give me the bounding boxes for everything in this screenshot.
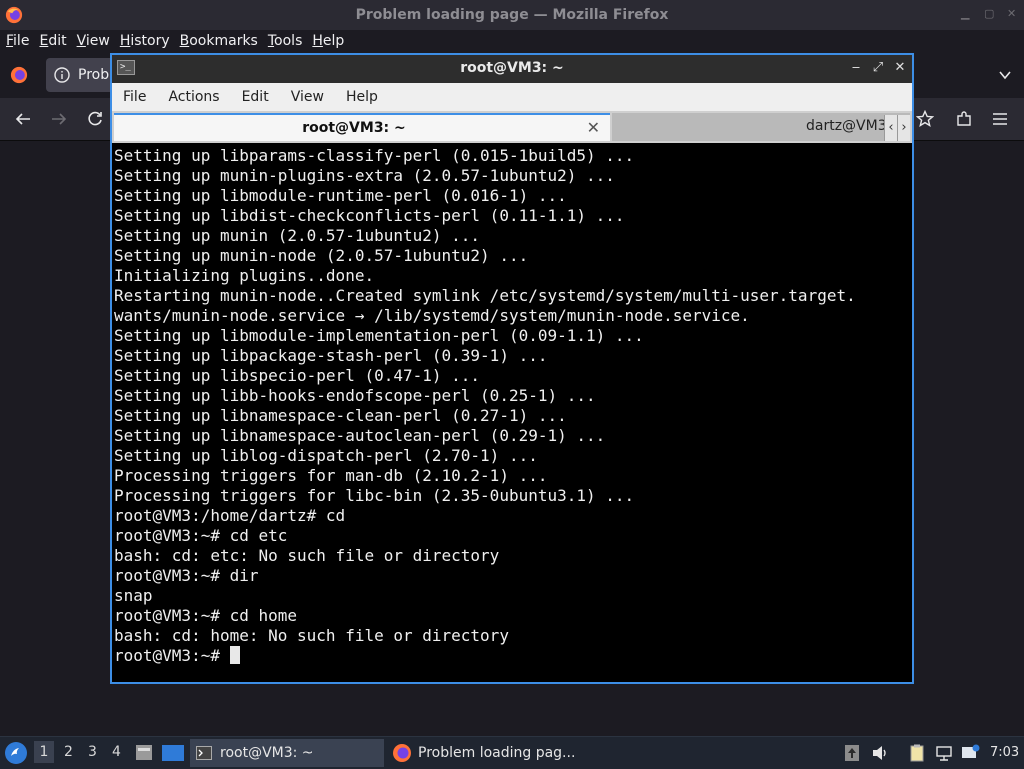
minimize-icon[interactable]: ‒	[848, 59, 864, 77]
update-notifier-icon[interactable]	[842, 743, 862, 763]
workspace-1[interactable]: 1	[34, 741, 54, 763]
terminal-icon	[196, 746, 212, 760]
terminal-line: Setting up munin-node (2.0.57-1ubuntu2) …	[114, 246, 529, 265]
info-icon	[54, 67, 70, 83]
terminal-line: Setting up libdist-checkconflicts-perl (…	[114, 206, 625, 225]
terminal-line: Setting up munin-plugins-extra (2.0.57-1…	[114, 166, 615, 185]
close-icon[interactable]: ✕	[892, 59, 908, 77]
terminal-line: Setting up munin (2.0.57-1ubuntu2) ...	[114, 226, 481, 245]
close-icon[interactable]: ✕	[1007, 8, 1018, 19]
menu-bookmarks[interactable]: Bookmarks	[180, 33, 258, 49]
terminal-line: root@VM3:~# dir	[114, 566, 259, 585]
terminal-prompt-line[interactable]: root@VM3:~#	[114, 646, 910, 666]
terminal-line: Setting up libmodule-implementation-perl…	[114, 326, 644, 345]
terminal-tab-label: dartz@VM3	[806, 118, 887, 134]
terminal-line: wants/munin-node.service → /lib/systemd/…	[114, 306, 750, 325]
terminal-tab-root[interactable]: root@VM3: ~ ✕	[114, 113, 610, 141]
terminal-line: root@VM3:/home/dartz# cd	[114, 506, 346, 525]
firefox-menubar: File Edit View History Bookmarks Tools H…	[0, 30, 1024, 52]
terminal-line: Setting up libmodule-runtime-perl (0.016…	[114, 186, 567, 205]
workspace-2[interactable]: 2	[64, 744, 73, 760]
terminal-menu-file[interactable]: File	[112, 89, 157, 105]
terminal-line: Processing triggers for libc-bin (2.35-0…	[114, 486, 635, 505]
taskbar-task-label: Problem loading pag...	[418, 745, 576, 761]
firefox-titlebar: Problem loading page — Mozilla Firefox ▁…	[0, 0, 1024, 30]
terminal-menu-edit[interactable]: Edit	[231, 89, 280, 105]
firefox-tab-label: Probl	[78, 67, 113, 83]
terminal-line: Setting up libb-hooks-endofscope-perl (0…	[114, 386, 596, 405]
back-arrow-icon[interactable]	[14, 110, 32, 128]
terminal-line: Processing triggers for man-db (2.10.2-1…	[114, 466, 548, 485]
terminal-line: root@VM3:~# cd home	[114, 606, 298, 625]
terminal-line: bash: cd: home: No such file or director…	[114, 626, 509, 645]
hamburger-menu-icon[interactable]	[991, 110, 1009, 128]
menu-view[interactable]: View	[77, 33, 110, 49]
terminal-line: root@VM3:~# cd etc	[114, 526, 288, 545]
restore-icon[interactable]: ⤢	[870, 59, 886, 77]
menu-file[interactable]: File	[6, 33, 29, 49]
taskbar: 1 2 3 4 root@VM3: ~ Problem loading pag.…	[0, 736, 1024, 769]
chevron-right-icon[interactable]: ›	[897, 115, 910, 141]
minimize-icon[interactable]: ▁	[961, 8, 972, 19]
reload-icon[interactable]	[86, 110, 104, 128]
show-desktop-icon[interactable]	[162, 745, 184, 761]
menu-help[interactable]: Help	[312, 33, 344, 49]
terminal-menu-view[interactable]: View	[280, 89, 335, 105]
terminal-window-controls: ‒ ⤢ ✕	[848, 59, 908, 77]
bookmark-star-icon[interactable]	[916, 110, 934, 128]
terminal-window: >_ root@VM3: ~ ‒ ⤢ ✕ File Actions Edit V…	[110, 53, 914, 684]
firefox-icon	[393, 744, 411, 762]
terminal-line: Setting up libpackage-stash-perl (0.39-1…	[114, 346, 548, 365]
forward-arrow-icon[interactable]	[50, 110, 68, 128]
terminal-line: Initializing plugins..done.	[114, 266, 375, 285]
terminal-line: Setting up libnamespace-autoclean-perl (…	[114, 426, 606, 445]
file-manager-icon[interactable]	[134, 742, 154, 762]
menu-history[interactable]: History	[120, 33, 170, 49]
extensions-icon[interactable]	[955, 110, 973, 128]
volume-icon[interactable]	[870, 743, 890, 763]
firefox-view-icon[interactable]	[10, 66, 28, 84]
terminal-menu-help[interactable]: Help	[335, 89, 389, 105]
terminal-line: Setting up liblog-dispatch-perl (2.70-1)…	[114, 446, 538, 465]
start-menu-icon[interactable]	[4, 741, 28, 765]
firefox-window-controls: ▁ ▢ ✕	[961, 8, 1018, 19]
clipboard-icon[interactable]	[907, 743, 927, 763]
terminal-line: Restarting munin-node..Created symlink /…	[114, 286, 856, 305]
terminal-tab-dartz[interactable]: dartz@VM3 ‹ ›	[612, 113, 910, 141]
workspace-4[interactable]: 4	[112, 744, 121, 760]
terminal-line: snap	[114, 586, 153, 605]
terminal-tab-label: root@VM3: ~	[302, 120, 406, 136]
taskbar-task-terminal[interactable]: root@VM3: ~	[190, 739, 384, 767]
workspace-3[interactable]: 3	[88, 744, 97, 760]
terminal-titlebar[interactable]: >_ root@VM3: ~ ‒ ⤢ ✕	[112, 55, 912, 83]
terminal-menubar: File Actions Edit View Help	[112, 83, 912, 111]
network-icon[interactable]	[934, 743, 954, 763]
terminal-line: Setting up libnamespace-clean-perl (0.27…	[114, 406, 567, 425]
terminal-menu-actions[interactable]: Actions	[157, 89, 230, 105]
tab-scroll-buttons: ‹ ›	[884, 115, 910, 141]
terminal-prompt: root@VM3:~#	[114, 646, 230, 665]
close-tab-icon[interactable]: ✕	[587, 118, 600, 137]
messages-icon[interactable]	[960, 743, 980, 763]
clock[interactable]: 7:03	[990, 745, 1019, 760]
terminal-window-title: root@VM3: ~	[460, 60, 564, 76]
chevron-down-icon[interactable]	[998, 68, 1012, 82]
terminal-tabbar: root@VM3: ~ ✕ dartz@VM3 ‹ ›	[112, 111, 912, 143]
maximize-icon[interactable]: ▢	[984, 8, 995, 19]
terminal-lines: Setting up libparams-classify-perl (0.01…	[114, 146, 910, 646]
menu-tools[interactable]: Tools	[268, 33, 303, 49]
taskbar-task-firefox[interactable]: Problem loading pag...	[392, 739, 575, 767]
terminal-output[interactable]: Setting up libparams-classify-perl (0.01…	[114, 146, 910, 682]
text-cursor	[229, 646, 240, 664]
chevron-left-icon[interactable]: ‹	[884, 115, 897, 141]
firefox-window-title: Problem loading page — Mozilla Firefox	[355, 7, 669, 23]
menu-edit[interactable]: Edit	[39, 33, 66, 49]
terminal-line: Setting up libspecio-perl (0.47-1) ...	[114, 366, 481, 385]
terminal-line: Setting up libparams-classify-perl (0.01…	[114, 146, 635, 165]
terminal-line: bash: cd: etc: No such file or directory	[114, 546, 500, 565]
taskbar-task-label: root@VM3: ~	[220, 745, 314, 761]
